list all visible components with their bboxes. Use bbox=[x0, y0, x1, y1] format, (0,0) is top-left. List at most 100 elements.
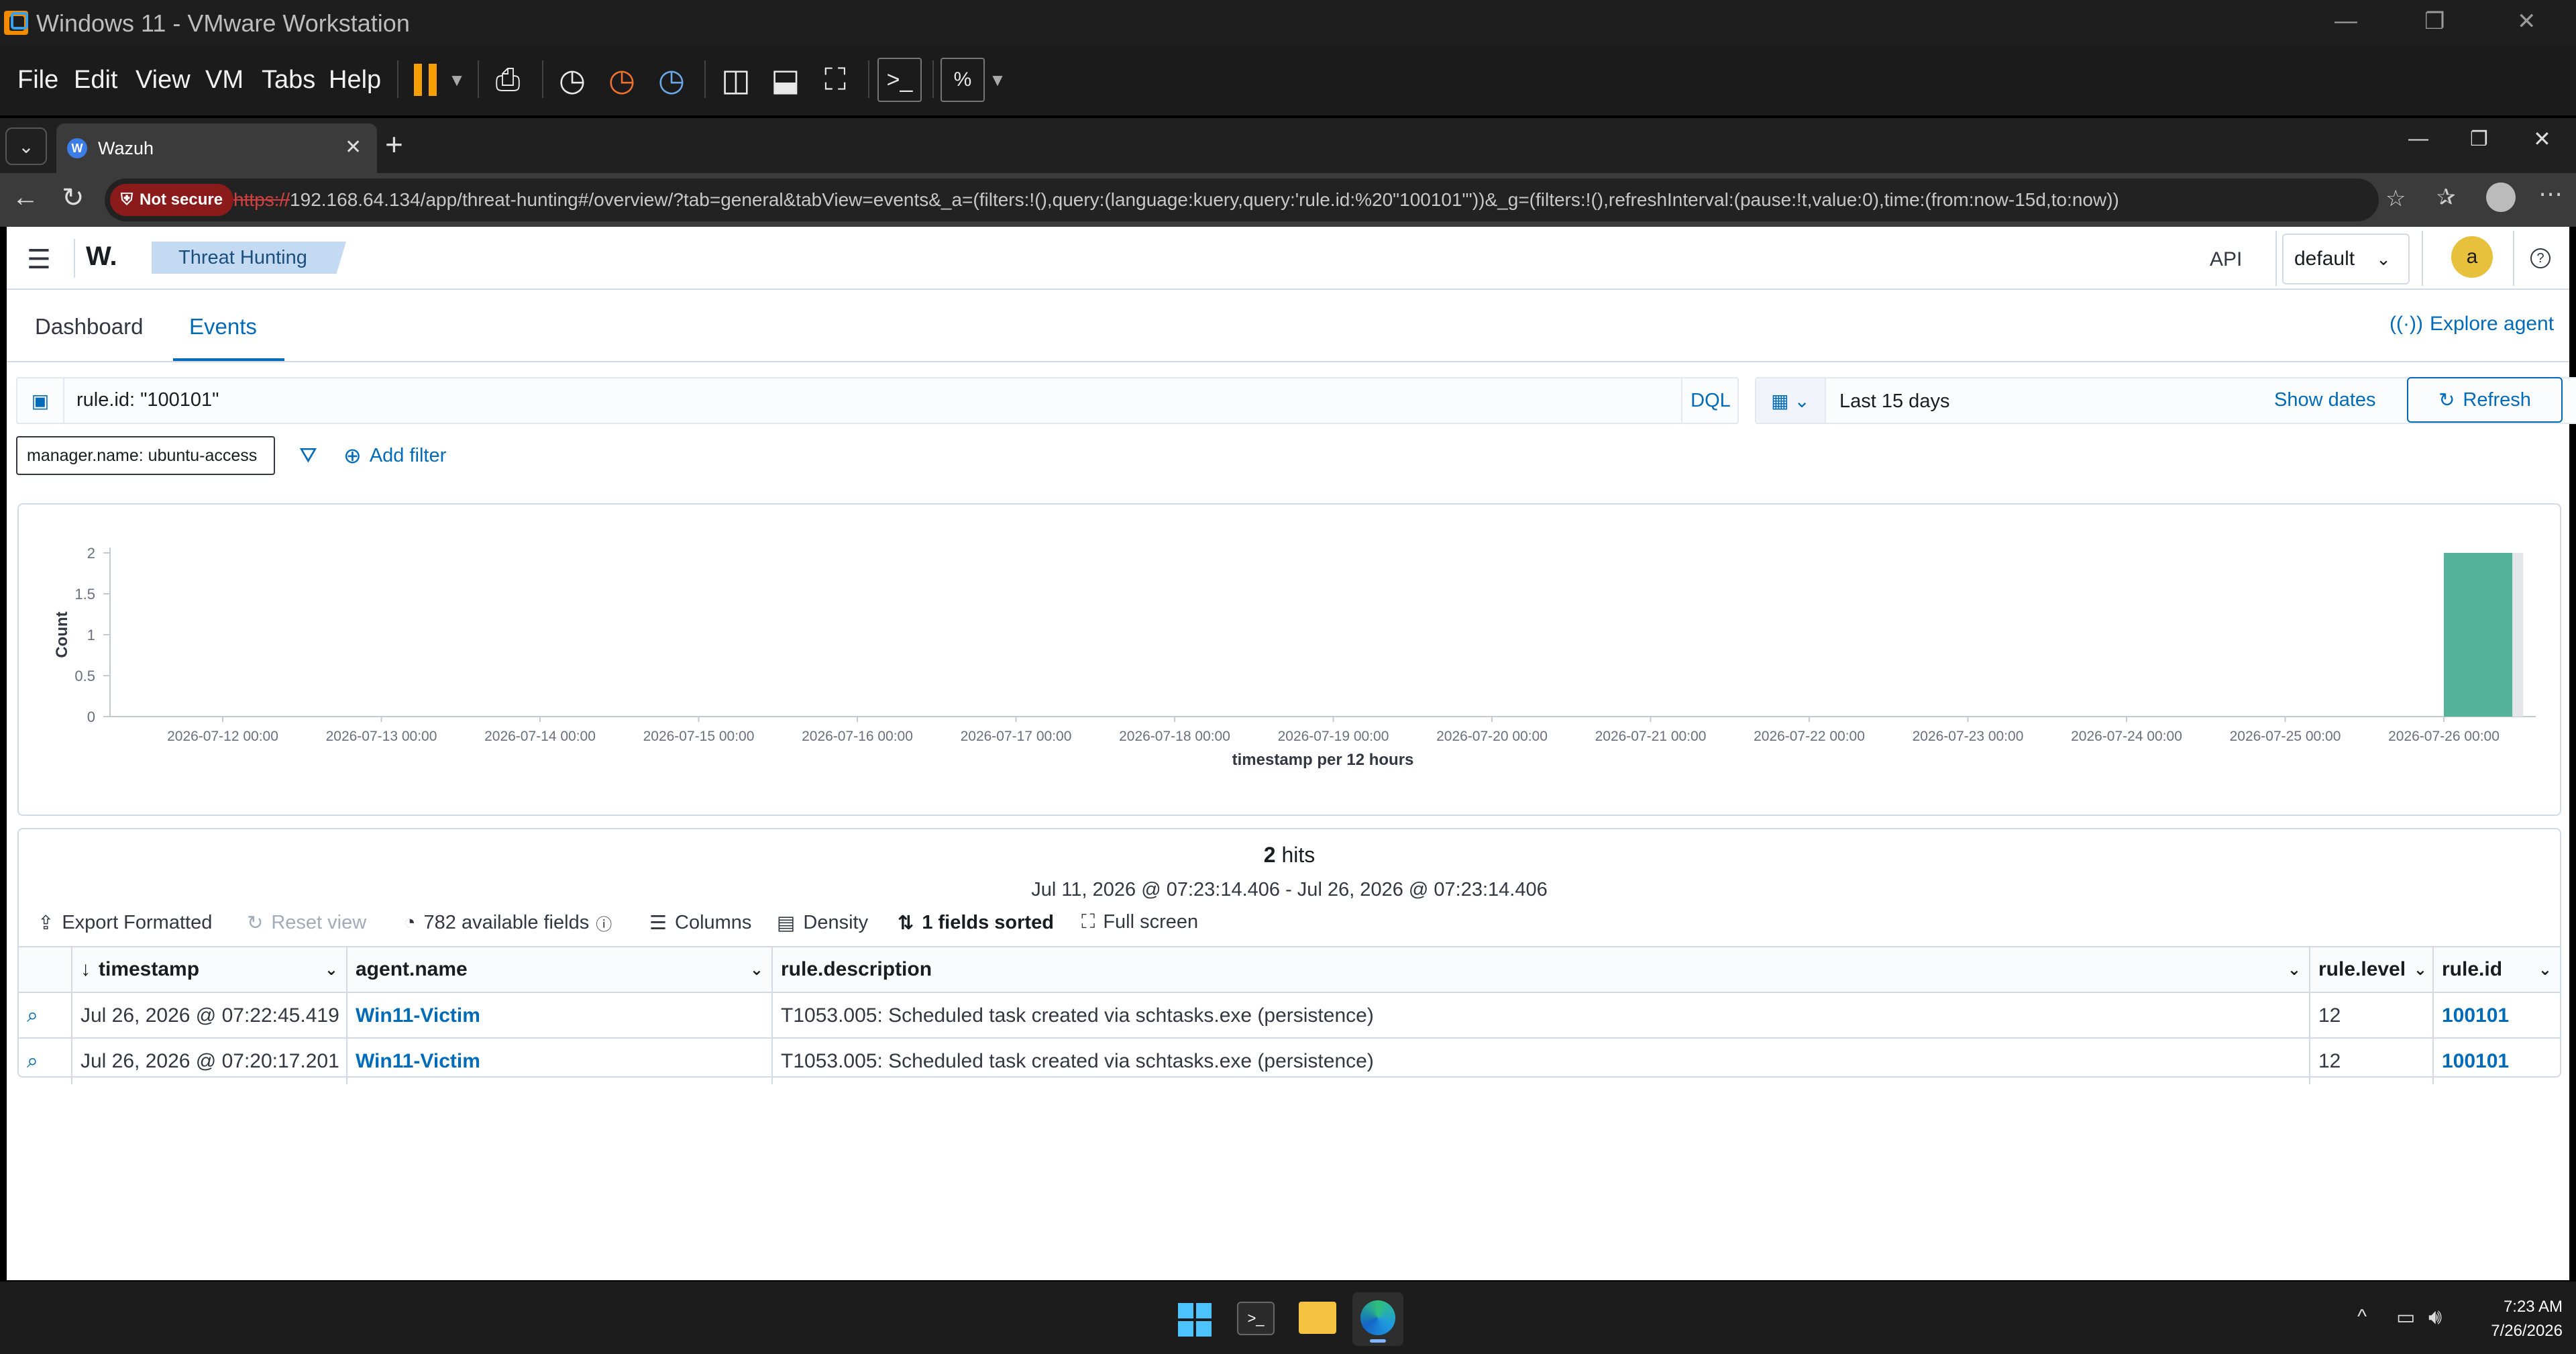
hits-summary: 2 hits bbox=[19, 843, 2560, 868]
y-axis-title: Count bbox=[53, 611, 71, 658]
profile-avatar-icon[interactable] bbox=[2486, 183, 2516, 212]
plus-circle-icon: ⊕ bbox=[343, 444, 362, 468]
table-header-row: ↓ timestamp ⌄ agent.name ⌄ rule.descript… bbox=[19, 947, 2560, 993]
export-formatted-button[interactable]: ⇪ Export Formatted bbox=[38, 911, 212, 935]
stretch-dropdown-icon[interactable]: ▼ bbox=[975, 58, 1020, 102]
menu-tabs[interactable]: Tabs bbox=[262, 66, 315, 95]
settings-more-icon[interactable]: ⋯ bbox=[2538, 180, 2563, 208]
hamburger-menu-icon[interactable]: ☰ bbox=[27, 244, 51, 275]
column-header-rule-level[interactable]: rule.level ⌄ bbox=[2310, 947, 2434, 992]
header-divider bbox=[2275, 231, 2277, 286]
edge-taskbar-active[interactable] bbox=[1352, 1292, 1403, 1346]
columns-label: Columns bbox=[675, 912, 752, 933]
back-icon[interactable]: ← bbox=[12, 183, 39, 213]
menu-file[interactable]: File bbox=[17, 66, 58, 95]
table-row[interactable]: ⌕ Jul 26, 2026 @ 07:22:45.419 Win11-Vict… bbox=[19, 993, 2560, 1039]
clock[interactable]: 7:23 AM 7/26/2026 bbox=[2475, 1298, 2563, 1341]
revert-snapshot-icon[interactable]: ◷ bbox=[600, 58, 644, 102]
column-header-rule-description[interactable]: rule.description ⌄ bbox=[773, 947, 2310, 992]
minimize-icon[interactable]: — bbox=[2334, 8, 2357, 34]
breadcrumb[interactable]: Threat Hunting bbox=[152, 242, 346, 274]
export-label: Export Formatted bbox=[62, 912, 213, 933]
browser-minimize-icon[interactable]: — bbox=[2408, 127, 2428, 150]
thumbnail-bar-icon[interactable]: ⬓ bbox=[763, 58, 808, 102]
pause-dropdown-icon[interactable]: ▼ bbox=[435, 58, 479, 102]
reload-icon[interactable]: ↻ bbox=[62, 183, 85, 213]
sort-button[interactable]: ⇅ 1 fields sorted bbox=[898, 911, 1054, 935]
x-tick-label: 2026-07-14 00:00 bbox=[484, 729, 596, 744]
column-header-rule-id[interactable]: rule.id ⌄ bbox=[2434, 947, 2560, 992]
column-header-agent-name[interactable]: agent.name ⌄ bbox=[347, 947, 773, 992]
api-select[interactable]: default ⌄ bbox=[2282, 233, 2410, 284]
calendar-icon[interactable]: ▦ ⌄ bbox=[1756, 378, 1826, 423]
explore-agent-button[interactable]: ((·)) Explore agent bbox=[2390, 313, 2554, 335]
cell-agent-name[interactable]: Win11-Victim bbox=[347, 1039, 773, 1084]
tab-list-chevron-icon[interactable]: ⌄ bbox=[5, 127, 47, 165]
filter-pill[interactable]: manager.name: ubuntu-access bbox=[16, 436, 275, 475]
favorite-star-icon[interactable]: ☆ bbox=[2385, 185, 2406, 212]
menu-view[interactable]: View bbox=[136, 66, 191, 95]
query-input[interactable]: rule.id: "100101" bbox=[76, 389, 219, 411]
menu-vm[interactable]: VM bbox=[205, 66, 244, 95]
browser-restore-icon[interactable]: ❐ bbox=[2470, 127, 2488, 151]
help-icon[interactable]: ? bbox=[2530, 248, 2551, 268]
saved-query-icon[interactable]: ▣ bbox=[17, 378, 64, 423]
wazuh-logo[interactable]: W. bbox=[86, 242, 117, 272]
inspect-document-icon[interactable]: ⌕ bbox=[19, 1039, 72, 1084]
restore-icon[interactable]: ❐ bbox=[2424, 8, 2445, 35]
file-explorer-icon[interactable] bbox=[1299, 1302, 1336, 1334]
full-screen-icon[interactable]: ⛶ bbox=[813, 58, 857, 102]
favorites-icon[interactable]: ✰ bbox=[2436, 184, 2456, 211]
hits-label: hits bbox=[1281, 843, 1316, 867]
cell-rule-id[interactable]: 100101 bbox=[2434, 1039, 2560, 1084]
api-select-value: default bbox=[2294, 248, 2355, 270]
tab-events[interactable]: Events bbox=[189, 314, 257, 340]
column-header-label: rule.level bbox=[2318, 958, 2406, 980]
close-tab-icon[interactable]: ✕ bbox=[345, 136, 362, 159]
browser-tab-wazuh[interactable]: W Wazuh ✕ bbox=[56, 123, 377, 173]
not-secure-badge[interactable]: ⛨ Not secure bbox=[110, 184, 234, 216]
vmware-logo-icon bbox=[4, 11, 28, 35]
query-input-box[interactable]: ▣ rule.id: "100101" DQL bbox=[16, 377, 1739, 424]
send-ctrl-alt-del-icon[interactable]: ⎙ bbox=[486, 58, 530, 102]
menu-help[interactable]: Help bbox=[329, 66, 381, 95]
table-row[interactable]: ⌕ Jul 26, 2026 @ 07:20:17.201 Win11-Vict… bbox=[19, 1039, 2560, 1084]
refresh-button[interactable]: ↻ Refresh bbox=[2407, 377, 2563, 423]
reset-view-button[interactable]: ↻ Reset view bbox=[247, 911, 366, 935]
cell-agent-name[interactable]: Win11-Victim bbox=[347, 993, 773, 1039]
cell-rule-id[interactable]: 100101 bbox=[2434, 993, 2560, 1039]
column-header-timestamp[interactable]: ↓ timestamp ⌄ bbox=[72, 947, 347, 992]
x-tick-label: 2026-07-18 00:00 bbox=[1119, 729, 1230, 744]
avatar[interactable]: a bbox=[2451, 236, 2493, 278]
network-icon[interactable]: ▭ bbox=[2396, 1306, 2415, 1329]
close-icon[interactable]: ✕ bbox=[2517, 8, 2536, 35]
browser-close-icon[interactable]: ✕ bbox=[2533, 126, 2551, 152]
x-tick-label: 2026-07-25 00:00 bbox=[2230, 729, 2341, 744]
vmware-window-title: Windows 11 - VMware Workstation bbox=[36, 9, 410, 37]
address-bar[interactable]: ⛨ Not secure https://192.168.64.134/app/… bbox=[105, 178, 2406, 221]
add-filter-button[interactable]: ⊕ Add filter bbox=[343, 443, 446, 468]
x-tick-label: 2026-07-13 00:00 bbox=[326, 729, 437, 744]
dql-button[interactable]: DQL bbox=[1681, 378, 1739, 423]
console-view-icon[interactable]: >_ bbox=[877, 58, 922, 102]
inspect-document-icon[interactable]: ⌕ bbox=[19, 993, 72, 1039]
hits-count: 2 bbox=[1263, 843, 1276, 867]
density-button[interactable]: ▤ Density bbox=[777, 911, 868, 935]
columns-button[interactable]: ☰ Columns bbox=[649, 911, 751, 935]
snapshot-manager-icon[interactable]: ◷ bbox=[649, 58, 694, 102]
new-tab-icon[interactable]: + bbox=[385, 126, 403, 162]
show-hidden-icons[interactable]: ^ bbox=[2357, 1306, 2367, 1329]
volume-icon[interactable]: 🔊︎ bbox=[2428, 1304, 2442, 1330]
available-fields-button[interactable]: ◔ 782 available fields ⓘ bbox=[404, 911, 612, 935]
histogram-chart: 2 1.5 1 0.5 0 2026-07-12 00:00 2026-07-13 00:0… bbox=[53, 545, 2536, 769]
show-dates-button[interactable]: Show dates bbox=[2274, 389, 2376, 411]
start-button[interactable] bbox=[1178, 1303, 1212, 1337]
take-snapshot-icon[interactable]: ◷ bbox=[550, 58, 594, 102]
full-screen-button[interactable]: ⛶ Full screen bbox=[1081, 911, 1198, 933]
show-library-icon[interactable]: ◫ bbox=[714, 58, 758, 102]
tab-dashboard[interactable]: Dashboard bbox=[35, 314, 143, 340]
filter-options-icon[interactable]: ⛛ bbox=[299, 443, 317, 468]
menu-edit[interactable]: Edit bbox=[74, 66, 117, 95]
date-range[interactable]: Last 15 days bbox=[1839, 390, 1949, 413]
terminal-icon[interactable]: >_ bbox=[1237, 1302, 1275, 1335]
